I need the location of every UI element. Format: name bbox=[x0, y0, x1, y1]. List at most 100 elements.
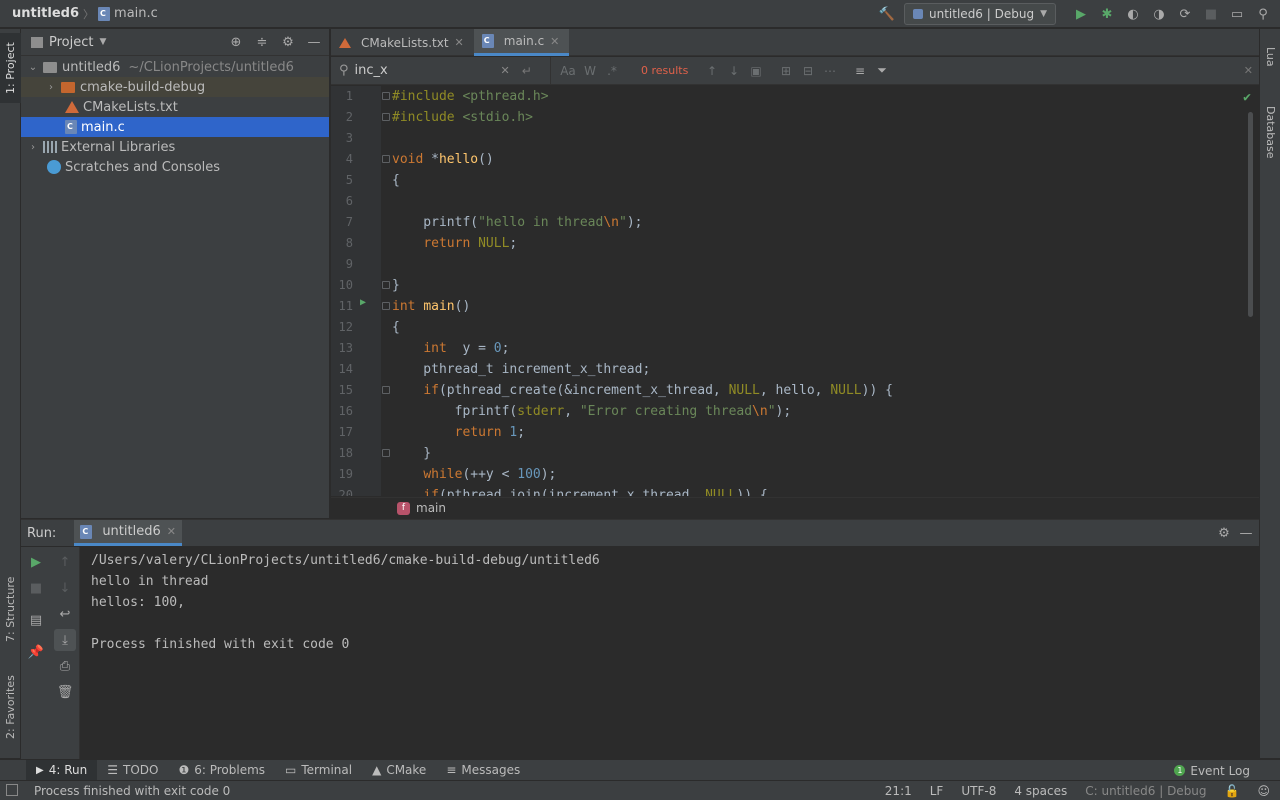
remove-occurrence-icon[interactable]: ⊟ bbox=[797, 64, 819, 78]
newline-icon[interactable]: ↵ bbox=[522, 64, 532, 78]
tool-tab-run[interactable]: ▶ 4: Run bbox=[26, 759, 98, 781]
close-icon[interactable]: ✕ bbox=[1244, 64, 1253, 77]
console-output[interactable]: /Users/valery/CLionProjects/untitled6/cm… bbox=[91, 550, 600, 655]
fold-marker[interactable] bbox=[382, 113, 390, 121]
close-icon[interactable]: ✕ bbox=[167, 525, 176, 538]
fold-marker[interactable] bbox=[382, 449, 390, 457]
search-icon[interactable]: ⚲ bbox=[339, 63, 349, 78]
tree-item-external-libraries[interactable]: › External Libraries bbox=[21, 137, 329, 157]
soft-wrap-icon[interactable]: ↩ bbox=[54, 603, 76, 625]
arrow-down-icon[interactable]: ↓ bbox=[723, 64, 745, 78]
filter-options-icon[interactable]: ≡ bbox=[849, 64, 871, 78]
layout-icon[interactable]: ▤ bbox=[25, 609, 47, 631]
resolve-context[interactable]: C: untitled6 | Debug bbox=[1085, 784, 1206, 798]
breadcrumb-project[interactable]: untitled6 bbox=[12, 6, 79, 21]
hammer-icon[interactable]: 🔨 bbox=[876, 3, 898, 25]
check-icon[interactable]: ✔ bbox=[1243, 90, 1251, 105]
run-gutter-icon[interactable]: ▶ bbox=[360, 297, 366, 308]
tree-item-scratches[interactable]: Scratches and Consoles bbox=[21, 157, 329, 177]
add-occurrence-icon[interactable]: ⊞ bbox=[775, 64, 797, 78]
filter-icon[interactable]: ⏷ bbox=[871, 63, 893, 78]
tool-tab-database[interactable]: Database bbox=[1260, 97, 1280, 167]
run-config-select[interactable]: untitled6 | Debug ▼ bbox=[904, 3, 1056, 25]
run-icon[interactable]: ▶ bbox=[1070, 3, 1092, 25]
line-number: 1 bbox=[345, 89, 353, 103]
code-breadcrumb-item[interactable]: main bbox=[416, 501, 446, 515]
attach-icon[interactable]: ⟳ bbox=[1174, 3, 1196, 25]
find-input[interactable] bbox=[354, 63, 495, 78]
gear-icon[interactable]: ⚙ bbox=[277, 31, 299, 53]
rerun-icon[interactable]: ▶ bbox=[25, 551, 47, 573]
chevron-right-icon[interactable]: › bbox=[27, 142, 39, 153]
chevron-right-icon[interactable]: › bbox=[45, 82, 57, 93]
clear-icon[interactable]: ✕ bbox=[501, 64, 510, 77]
inspector-icon[interactable]: ☺ bbox=[1257, 784, 1270, 798]
fold-marker[interactable] bbox=[382, 302, 390, 310]
tool-tab-lua[interactable]: Lua bbox=[1260, 37, 1280, 77]
stop-icon[interactable]: ■ bbox=[25, 577, 47, 599]
indent-setting[interactable]: 4 spaces bbox=[1014, 784, 1067, 798]
breadcrumb-file[interactable]: main.c bbox=[114, 6, 158, 21]
tree-item-root[interactable]: ⌄ untitled6 ~/CLionProjects/untitled6 bbox=[21, 57, 329, 77]
search-icon[interactable]: ⚲ bbox=[1252, 3, 1274, 25]
chevron-down-icon[interactable]: ▼ bbox=[99, 37, 106, 47]
trash-icon[interactable]: 🗑 bbox=[54, 681, 76, 703]
coverage-icon[interactable]: ◐ bbox=[1122, 3, 1144, 25]
minimize-icon[interactable]: — bbox=[1235, 522, 1257, 544]
fold-marker[interactable] bbox=[382, 281, 390, 289]
code-line: } bbox=[392, 446, 432, 461]
tree-item-cmake-build-debug[interactable]: › cmake-build-debug bbox=[21, 77, 329, 97]
tab-main-c[interactable]: main.c ✕ bbox=[473, 29, 570, 56]
minimize-icon[interactable]: — bbox=[303, 31, 325, 53]
chevron-down-icon[interactable]: ⌄ bbox=[27, 62, 39, 73]
code-editor[interactable]: 1 2 3 4 5 6 7 8 9 10 11 12 13 14 15 16 17 18 19 20 ▶ #inclu… bbox=[331, 86, 1259, 496]
arrow-up-icon[interactable]: ↑ bbox=[701, 64, 723, 78]
fold-marker[interactable] bbox=[382, 155, 390, 163]
run-tab[interactable]: untitled6 ✕ bbox=[74, 520, 182, 546]
select-all-occurrences-icon[interactable]: ⋯ bbox=[819, 64, 841, 78]
tool-tab-project[interactable]: 1: Project bbox=[0, 33, 21, 103]
tree-item-main-c[interactable]: main.c bbox=[21, 117, 329, 137]
caret-position[interactable]: 21:1 bbox=[885, 784, 912, 798]
tool-tab-structure[interactable]: 7: Structure bbox=[0, 569, 21, 649]
tree-item-cmakelists[interactable]: CMakeLists.txt bbox=[21, 97, 329, 117]
window-icon[interactable]: ▭ bbox=[1226, 3, 1248, 25]
fold-marker[interactable] bbox=[382, 386, 390, 394]
line-separator[interactable]: LF bbox=[930, 784, 944, 798]
arrow-up-icon[interactable]: ↑ bbox=[54, 551, 76, 573]
tool-tab-todo[interactable]: ☰ TODO bbox=[97, 760, 168, 781]
code-line: } bbox=[392, 278, 400, 293]
locate-icon[interactable]: ⊕ bbox=[225, 31, 247, 53]
tool-tab-cmake[interactable]: ▲ CMake bbox=[362, 760, 436, 781]
arrow-down-icon[interactable]: ↓ bbox=[54, 577, 76, 599]
debug-icon[interactable]: ✱ bbox=[1096, 3, 1118, 25]
stop-icon[interactable]: ■ bbox=[1200, 3, 1222, 25]
collapse-icon[interactable]: ≑ bbox=[251, 31, 273, 53]
close-icon[interactable]: ✕ bbox=[455, 36, 464, 49]
tool-tab-messages[interactable]: ≡ Messages bbox=[436, 760, 530, 781]
list-icon: ☰ bbox=[107, 763, 118, 777]
gear-icon[interactable]: ⚙ bbox=[1213, 522, 1235, 544]
tool-tab-terminal[interactable]: ▭ Terminal bbox=[275, 760, 362, 781]
pin-icon[interactable]: 📌 bbox=[25, 641, 47, 663]
chevron-down-icon: ▼ bbox=[1040, 9, 1047, 19]
regex-toggle[interactable]: .* bbox=[601, 64, 623, 78]
lock-icon[interactable]: 🔓 bbox=[1225, 784, 1240, 798]
tool-tab-problems[interactable]: ❶ 6: Problems bbox=[168, 760, 275, 781]
toggle-panels-icon[interactable] bbox=[6, 784, 18, 796]
close-icon[interactable]: ✕ bbox=[550, 35, 559, 48]
editor-scrollbar[interactable] bbox=[1248, 112, 1253, 317]
fold-marker[interactable] bbox=[382, 92, 390, 100]
whole-word-toggle[interactable]: W bbox=[579, 64, 601, 78]
tool-tab-favorites[interactable]: 2: Favorites bbox=[0, 667, 21, 747]
match-case-toggle[interactable]: Aa bbox=[557, 64, 579, 78]
project-panel-title[interactable]: Project bbox=[49, 35, 93, 50]
file-encoding[interactable]: UTF-8 bbox=[961, 784, 996, 798]
print-icon[interactable]: ⎙ bbox=[54, 655, 76, 677]
tab-cmakelists[interactable]: CMakeLists.txt ✕ bbox=[331, 29, 474, 56]
select-all-icon[interactable]: ▣ bbox=[745, 64, 767, 78]
tree-label: CMakeLists.txt bbox=[83, 99, 178, 115]
event-log-button[interactable]: 1 Event Log bbox=[1174, 760, 1250, 781]
profile-icon[interactable]: ◑ bbox=[1148, 3, 1170, 25]
scroll-to-end-icon[interactable]: ⤓ bbox=[54, 629, 76, 651]
